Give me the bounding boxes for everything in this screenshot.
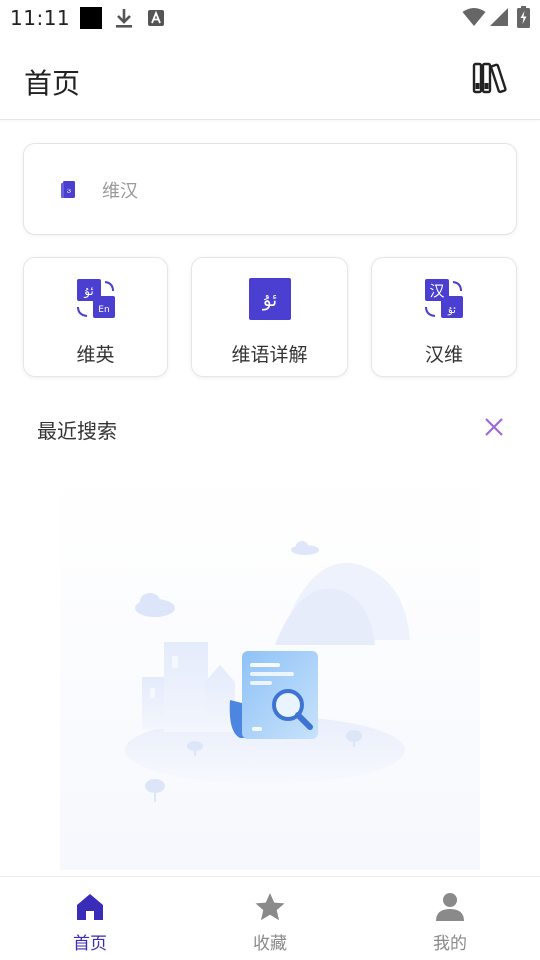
translate-chinese-uyghur-icon: 汉 ئۇ bbox=[425, 279, 463, 318]
nav-favorites-label: 收藏 bbox=[253, 934, 287, 954]
search-box[interactable]: ئ 维汉 bbox=[23, 143, 517, 235]
uyghur-dictionary-icon: ئۇ bbox=[248, 278, 291, 320]
notification-square-icon bbox=[80, 7, 102, 29]
svg-text:ئ: ئ bbox=[67, 187, 72, 194]
svg-text:ئۇ: ئۇ bbox=[261, 290, 276, 311]
bottom-navigation: 首页 收藏 我的 bbox=[0, 876, 540, 960]
svg-text:汉: 汉 bbox=[429, 282, 444, 300]
search-placeholder: 维汉 bbox=[102, 181, 138, 202]
battery-charging-icon bbox=[517, 6, 530, 28]
uyghur-detail-card[interactable]: ئۇ 维语详解 bbox=[191, 257, 348, 377]
chinese-uyghur-card[interactable]: 汉 ئۇ 汉维 bbox=[371, 257, 517, 377]
status-bar: 11:11 bbox=[0, 0, 540, 36]
nav-favorites[interactable]: 收藏 bbox=[180, 877, 360, 960]
recent-search-title: 最近搜索 bbox=[37, 419, 117, 443]
nav-home-label: 首页 bbox=[73, 934, 107, 954]
nav-home[interactable]: 首页 bbox=[0, 877, 180, 960]
empty-state-illustration bbox=[60, 470, 480, 870]
library-books-icon[interactable] bbox=[472, 61, 512, 95]
status-time: 11:11 bbox=[10, 6, 71, 30]
uyghur-detail-label: 维语详解 bbox=[231, 344, 308, 366]
book-icon: ئ bbox=[61, 181, 75, 198]
nav-profile-label: 我的 bbox=[433, 934, 467, 954]
uyghur-english-card[interactable]: ئۇ En 维英 bbox=[23, 257, 168, 377]
home-icon bbox=[77, 894, 103, 920]
chinese-uyghur-label: 汉维 bbox=[424, 344, 463, 366]
person-icon bbox=[436, 893, 464, 921]
text-a-icon bbox=[148, 10, 164, 26]
svg-text:ئۇ: ئۇ bbox=[83, 284, 94, 299]
nav-profile[interactable]: 我的 bbox=[360, 877, 540, 960]
signal-icon bbox=[490, 8, 508, 26]
download-icon bbox=[116, 9, 132, 28]
app-bar: 首页 bbox=[0, 36, 540, 120]
svg-text:ئۇ: ئۇ bbox=[447, 305, 456, 316]
wifi-icon bbox=[462, 8, 486, 26]
svg-text:En: En bbox=[98, 305, 109, 315]
translate-uyghur-english-icon: ئۇ En bbox=[76, 279, 115, 318]
star-icon bbox=[255, 893, 285, 921]
uyghur-english-label: 维英 bbox=[76, 344, 115, 366]
close-icon[interactable] bbox=[482, 415, 506, 439]
page-title: 首页 bbox=[24, 67, 81, 100]
